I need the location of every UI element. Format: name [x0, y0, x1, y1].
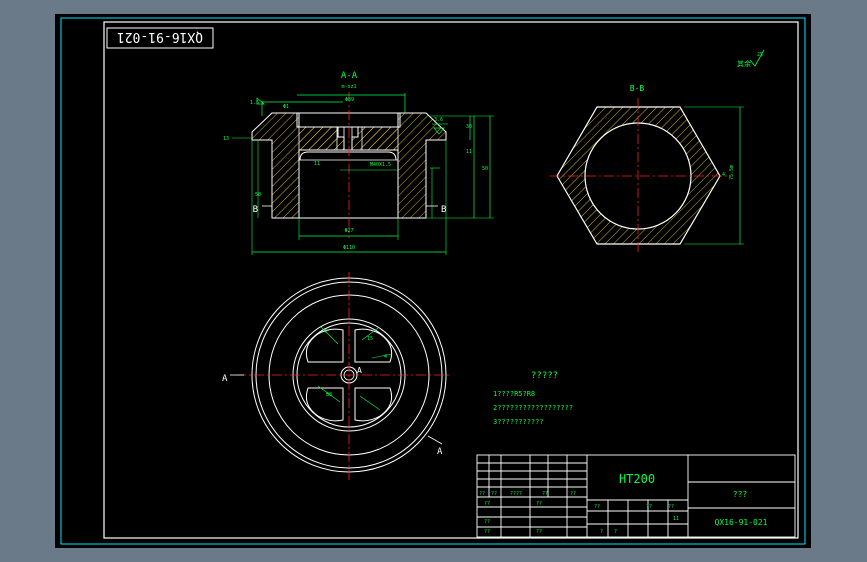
tb-cell-1: ?? [491, 491, 497, 497]
marker-b-right: B [441, 205, 446, 215]
dim-len-right: 30 [466, 124, 472, 130]
plan-dim-p2: 15 [367, 336, 373, 342]
tb-cell-3: ?? [542, 491, 548, 497]
section-bb-label: B-B [630, 84, 645, 93]
plan-dim-p3: 4 [384, 354, 387, 360]
dim-d-top: Φ1 [283, 104, 289, 110]
tb-cell-10: ?? [594, 504, 600, 510]
tb-cell-5: ?? [484, 501, 490, 507]
tb-cell-0: ?? [479, 491, 485, 497]
tb-cell-11: ?? [646, 504, 652, 510]
plan-dim-p1: 4 [324, 329, 327, 335]
material: HT200 [619, 472, 655, 486]
marker-a-left: A [222, 374, 228, 384]
dim-side-left: 13 [223, 136, 229, 142]
tb-cell-9: ?? [536, 529, 542, 535]
drawing-number: QX16-91-021 [715, 518, 768, 527]
tb-cell-13: ? [600, 529, 603, 535]
tb-cell-8: ?? [484, 529, 490, 535]
marker-b-left: B [253, 205, 258, 215]
dim-len-inner: 11 [314, 161, 320, 167]
section-aa-sub: m-oz1 [341, 84, 356, 90]
dim-thread: M40X1.5 [370, 162, 391, 168]
tb-cell-15: 11 [673, 516, 679, 522]
notes-line-2: 2?????????????????? [493, 404, 573, 412]
tb-cell-12: ?? [668, 504, 674, 510]
dim-d-inner-top: Φ89 [345, 97, 354, 103]
roughness-note-value: 25 [757, 52, 763, 58]
hatch-thread [361, 126, 399, 151]
tb-cell-2: ???? [510, 491, 522, 497]
notes-line-3: 3??????????? [493, 418, 544, 426]
marker-a-arrow: A [437, 447, 443, 457]
notes-title: ????? [531, 371, 558, 381]
dim-hex-size: 75.5m [729, 165, 735, 180]
dim-hex-tick: 4 [722, 172, 725, 178]
drawing-canvas: QX16-91-021 A-A m-oz1 Φ1 Φ89 Φ27 Φ110 M4… [55, 14, 811, 548]
dim-chamfer-left: 1.5 [250, 100, 259, 106]
roughness-note-text: 其余 [737, 59, 751, 68]
code-box-text: QX16-91-021 [117, 29, 203, 44]
marker-a-center: A [357, 366, 362, 375]
notes-line-1: 1????R5?R8 [493, 390, 535, 398]
tb-cell-6: ?? [536, 501, 542, 507]
section-aa-label: A-A [341, 71, 358, 81]
dim-len-mid: 11 [466, 149, 472, 155]
tb-cell-7: ?? [484, 519, 490, 525]
dim-chamfer-right: 3.6 [434, 117, 443, 123]
drawing-sheet [55, 14, 811, 548]
hatch-thread-left [298, 126, 338, 151]
tb-cell-4: ?? [570, 491, 576, 497]
part-name: ??? [733, 490, 748, 499]
plan-dim-p4: 88 [326, 392, 332, 398]
dim-len-total: 50 [482, 166, 488, 172]
dim-d-base: Φ110 [343, 245, 355, 251]
dim-d-bore: Φ27 [344, 228, 353, 234]
tb-cell-14: ? [614, 529, 617, 535]
